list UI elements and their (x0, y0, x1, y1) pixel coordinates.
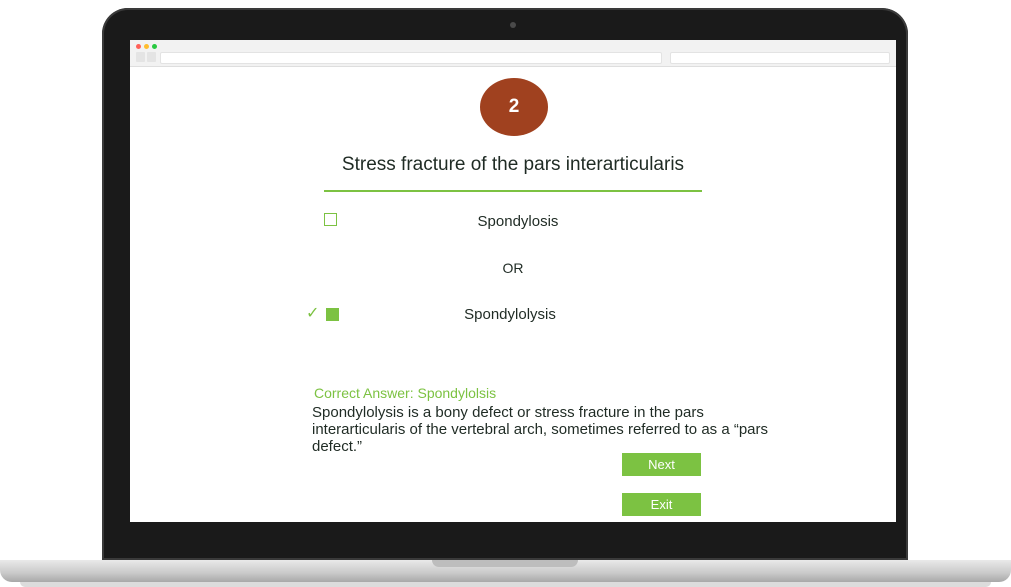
laptop-base-notch (432, 560, 578, 567)
forward-button[interactable] (147, 52, 156, 62)
laptop-base-shadow (20, 582, 991, 587)
window-close-icon[interactable] (136, 44, 141, 49)
option-label-spondylolysis[interactable]: Spondylolysis (360, 306, 660, 323)
browser-window: 2 Stress fracture of the pars interartic… (130, 40, 896, 522)
answer-explanation: Spondylolysis is a bony defect or stress… (312, 404, 769, 455)
window-minimize-icon[interactable] (144, 44, 149, 49)
browser-search-bar[interactable] (670, 52, 890, 64)
window-maximize-icon[interactable] (152, 44, 157, 49)
question-text: Stress fracture of the pars interarticul… (341, 154, 685, 175)
back-button[interactable] (136, 52, 145, 62)
laptop-mockup: 2 Stress fracture of the pars interartic… (0, 0, 1011, 587)
option-checkbox-spondylolysis[interactable] (326, 308, 339, 321)
correct-answer-heading: Correct Answer: Spondylolsis (314, 385, 497, 401)
option-checkbox-spondylosis[interactable] (324, 213, 337, 226)
option-label-spondylosis[interactable]: Spondylosis (368, 213, 668, 230)
browser-toolbar (130, 40, 896, 67)
exit-button[interactable]: Exit (622, 493, 701, 516)
or-separator: OR (502, 260, 524, 276)
address-bar[interactable] (160, 52, 662, 64)
question-number-badge: 2 (480, 78, 548, 136)
check-icon: ✓ (306, 305, 320, 322)
next-button[interactable]: Next (622, 453, 701, 476)
webcam-icon (510, 22, 516, 28)
question-divider (324, 190, 702, 192)
